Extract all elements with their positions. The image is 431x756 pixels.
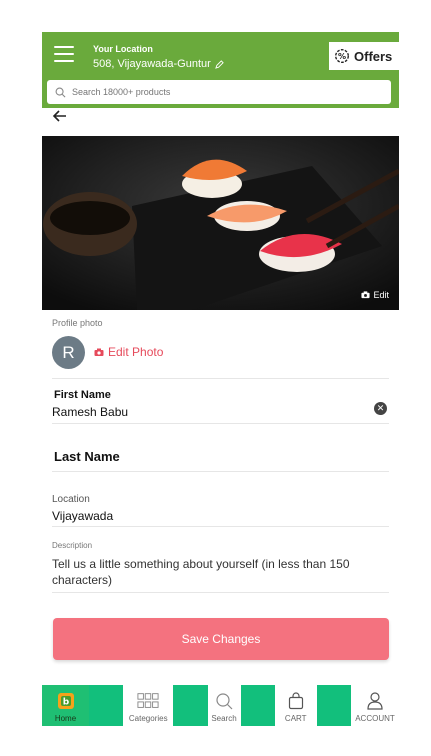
edit-photo-label: Edit Photo (108, 345, 164, 359)
camera-icon (94, 348, 104, 356)
sushi-cover-image (42, 136, 399, 310)
nav-home-label: Home (54, 714, 77, 723)
svg-text:%: % (338, 51, 346, 61)
bottom-navigation: b Home Categories Search CART ACCOUNT (42, 685, 399, 726)
nav-search[interactable]: Search (207, 685, 241, 726)
edit-cover-button[interactable]: Edit (361, 290, 389, 300)
grid-icon (137, 690, 159, 712)
nav-categories[interactable]: Categories (123, 685, 174, 726)
search-bar[interactable] (47, 80, 391, 104)
clear-icon[interactable]: ✕ (374, 402, 387, 415)
divider (52, 592, 389, 593)
location-field-label: Location (52, 494, 90, 505)
divider (52, 526, 389, 527)
profile-photo-label: Profile photo (52, 318, 103, 328)
divider (52, 423, 389, 424)
nav-account[interactable]: ACCOUNT (351, 685, 399, 726)
divider (52, 471, 389, 472)
search-input[interactable] (72, 87, 372, 97)
save-changes-button[interactable]: Save Changes (53, 618, 389, 660)
last-name-field[interactable]: Last Name (54, 449, 120, 464)
search-icon (55, 87, 66, 97)
location-label: Your Location (93, 44, 153, 54)
first-name-input[interactable]: Ramesh Babu (52, 405, 128, 419)
svg-text:b: b (62, 698, 69, 708)
back-arrow-icon[interactable] (52, 108, 76, 132)
edit-photo-button[interactable]: Edit Photo (94, 345, 163, 359)
cart-icon (285, 690, 307, 712)
app-header: Your Location 508, Vijayawada-Guntur % O… (42, 32, 399, 108)
home-logo-icon: b (55, 690, 77, 712)
location-selector[interactable]: 508, Vijayawada-Guntur (93, 58, 224, 70)
nav-categories-label: Categories (128, 714, 168, 723)
avatar: R (52, 336, 85, 369)
description-label: Description (52, 541, 93, 550)
nav-search-label: Search (211, 714, 237, 723)
app-screen: Your Location 508, Vijayawada-Guntur % O… (42, 32, 399, 726)
divider (52, 378, 389, 379)
cover-photo: Edit (42, 136, 399, 310)
nav-cart[interactable]: CART (274, 685, 317, 726)
first-name-label: First Name (54, 389, 111, 401)
edit-cover-label: Edit (373, 290, 389, 300)
location-value: 508, Vijayawada-Guntur (93, 58, 211, 70)
pencil-icon (215, 59, 224, 69)
nav-home[interactable]: b Home (42, 685, 89, 726)
user-icon (364, 690, 386, 712)
discount-badge-icon: % (335, 49, 349, 63)
camera-icon (361, 291, 371, 299)
nav-cart-label: CART (284, 714, 307, 723)
menu-icon[interactable] (54, 46, 74, 64)
nav-account-label: ACCOUNT (355, 714, 395, 723)
offers-button[interactable]: % Offers (329, 42, 399, 70)
search-icon (213, 690, 235, 712)
description-input[interactable]: Tell us a little something about yoursel… (52, 556, 382, 588)
location-input[interactable]: Vijayawada (52, 509, 113, 523)
offers-label: Offers (354, 48, 393, 64)
